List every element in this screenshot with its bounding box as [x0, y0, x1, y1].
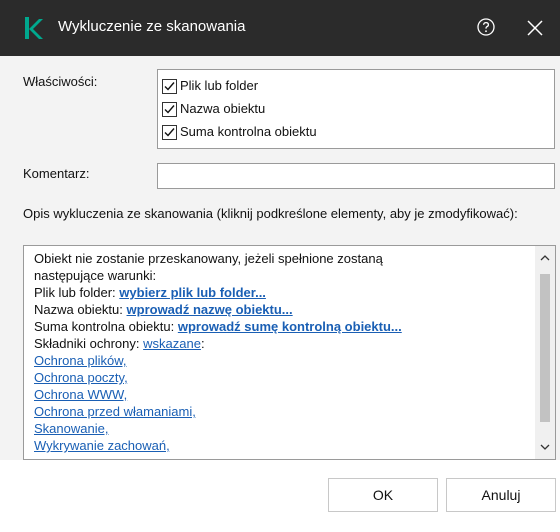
component-intrusion-protection-link[interactable]: Ochrona przed włamaniami,: [34, 404, 196, 419]
checksum-row: Suma kontrolna obiektu: wprowadź sumę ko…: [34, 319, 402, 334]
component-mail-protection-link[interactable]: Ochrona poczty,: [34, 370, 128, 385]
chevron-down-icon[interactable]: [539, 441, 551, 453]
exclusion-dialog: Wykluczenie ze skanowania Właściwości: P…: [0, 0, 560, 532]
scrollbar-thumb[interactable]: [540, 274, 550, 422]
description-box: Obiekt nie zostanie przeskanowany, jeżel…: [23, 245, 556, 460]
checkbox-label: Plik lub folder: [180, 78, 259, 93]
file-or-folder-row: Plik lub folder: wybierz plik lub folder…: [34, 285, 266, 300]
window-title: Wykluczenie ze skanowania: [58, 18, 246, 35]
select-file-link[interactable]: wybierz plik lub folder...: [119, 285, 266, 300]
enter-object-name-link[interactable]: wprowadź nazwę obiektu...: [127, 302, 293, 317]
help-icon[interactable]: [476, 17, 496, 37]
file-or-folder-prefix: Plik lub folder:: [34, 285, 116, 300]
protection-components-row: Składniki ochrony: wskazane:: [34, 336, 205, 351]
checkbox-label: Nazwa obiektu: [180, 101, 266, 116]
component-web-protection-link[interactable]: Ochrona WWW,: [34, 387, 127, 402]
comment-label: Komentarz:: [23, 166, 90, 181]
properties-checklist: Plik lub folder Nazwa obiektu Suma kontr…: [157, 69, 555, 149]
checkbox-checked-icon: [162, 125, 177, 140]
enter-checksum-link[interactable]: wprowadź sumę kontrolną obiektu...: [178, 319, 402, 334]
object-name-row: Nazwa obiektu: wprowadź nazwę obiektu...: [34, 302, 293, 317]
ok-button[interactable]: OK: [328, 478, 438, 512]
checkbox-checked-icon: [162, 79, 177, 94]
cancel-button[interactable]: Anuluj: [446, 478, 556, 512]
checksum-prefix: Suma kontrolna obiektu:: [34, 319, 175, 334]
components-selected-link[interactable]: wskazane: [143, 336, 201, 351]
properties-label: Właściwości:: [23, 74, 98, 89]
checkbox-object-checksum[interactable]: Suma kontrolna obiektu: [162, 122, 462, 144]
checkbox-file-or-folder[interactable]: Plik lub folder: [162, 76, 462, 98]
description-label: Opis wykluczenia ze skanowania (kliknij …: [23, 206, 518, 221]
description-intro-line1: Obiekt nie zostanie przeskanowany, jeżel…: [34, 251, 383, 266]
dialog-footer: OK Anuluj: [0, 460, 560, 532]
description-intro-line2: następujące warunki:: [34, 268, 157, 283]
components-suffix: :: [200, 336, 205, 351]
checkbox-label: Suma kontrolna obiektu: [180, 124, 317, 139]
title-bar: Wykluczenie ze skanowania: [0, 0, 560, 56]
component-scan-link[interactable]: Skanowanie,: [34, 421, 108, 436]
object-name-prefix: Nazwa obiektu:: [34, 302, 123, 317]
checkbox-object-name[interactable]: Nazwa obiektu: [162, 99, 462, 121]
kaspersky-logo-icon: [25, 17, 43, 39]
vertical-scrollbar[interactable]: [535, 246, 555, 459]
chevron-up-icon[interactable]: [539, 252, 551, 264]
component-behavior-detection-link[interactable]: Wykrywanie zachowań,: [34, 438, 170, 453]
component-file-protection-link[interactable]: Ochrona plików,: [34, 353, 127, 368]
checkbox-checked-icon: [162, 102, 177, 117]
components-prefix: Składniki ochrony:: [34, 336, 140, 351]
comment-field[interactable]: [157, 163, 555, 189]
close-icon[interactable]: [525, 18, 545, 38]
